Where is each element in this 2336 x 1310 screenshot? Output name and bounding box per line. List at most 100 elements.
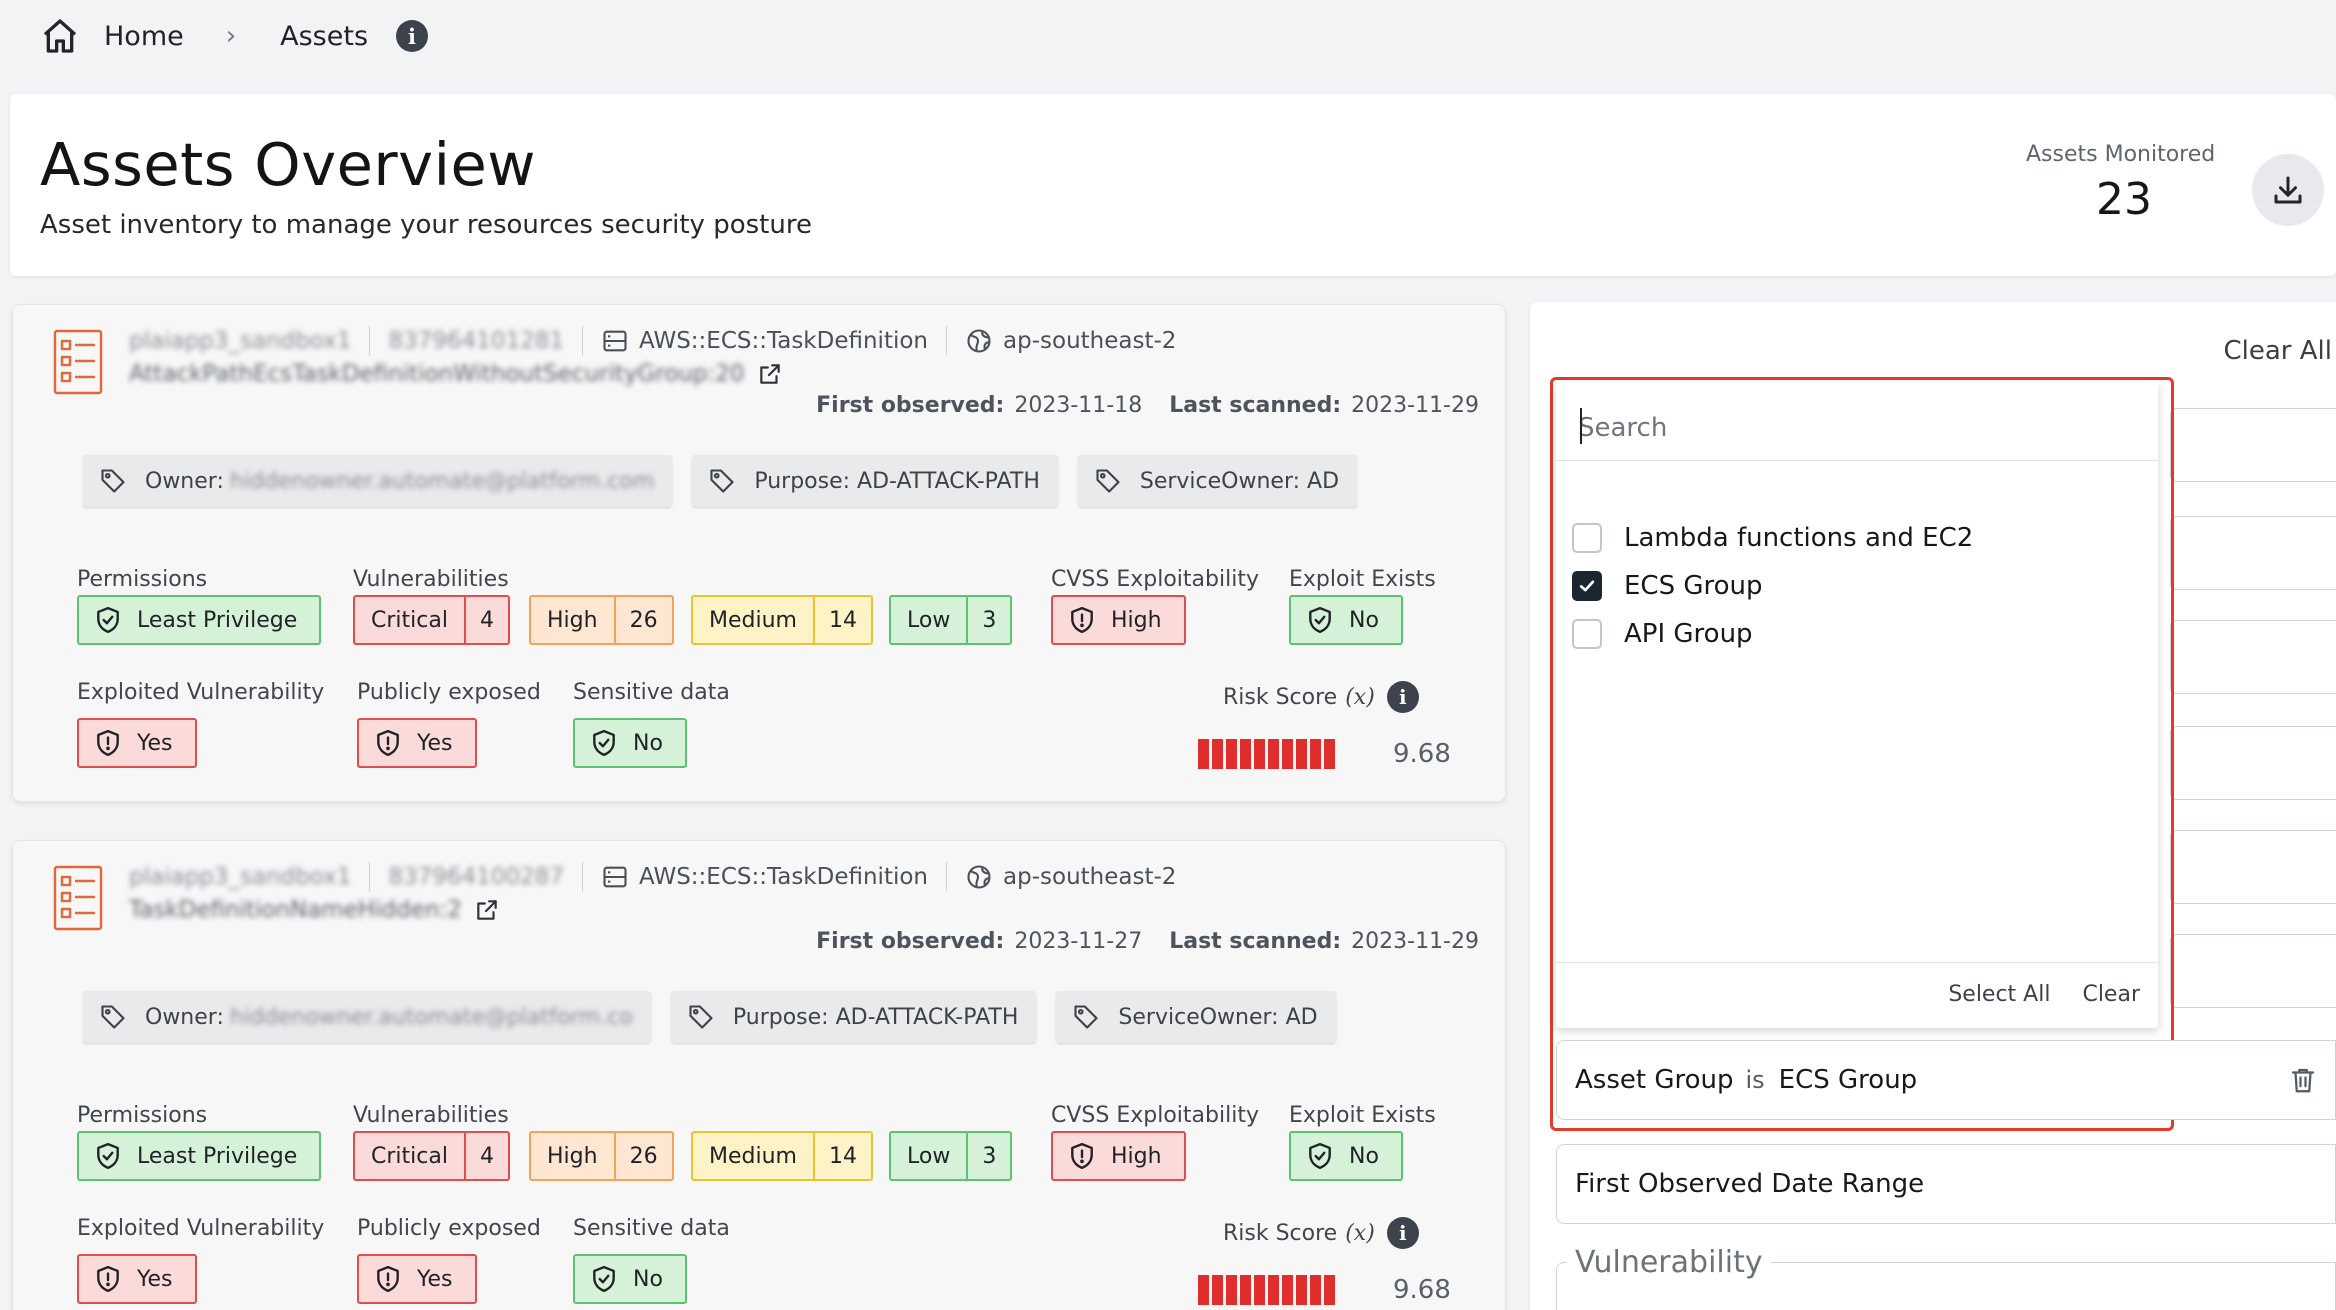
server-icon [603,330,627,352]
account-id: 837964100287 [388,864,564,890]
resource-name[interactable]: TaskDefinitionNameHidden:2 [129,897,462,923]
info-icon[interactable]: i [1386,1217,1419,1249]
filter-field[interactable] [2170,620,2336,694]
critical-vuln-badge[interactable]: Critical 4 [353,595,510,645]
filter-field[interactable] [2170,934,2336,1008]
resource-name-row: TaskDefinitionNameHidden:2 [129,893,500,927]
high-label: High [547,607,598,633]
first-observed-date: 2023-11-18 [1014,393,1143,418]
low-label: Low [907,1143,951,1169]
cvss-badge: High [1051,1131,1186,1181]
filter-field[interactable] [2170,726,2336,800]
checkbox[interactable] [1572,619,1602,649]
divider [946,326,948,356]
resource-type: AWS::ECS::TaskDefinition [638,328,929,354]
risk-score-text: Risk Score [1223,684,1338,710]
asset-meta: plaiapp3_sandbox1 837964100287 AWS::ECS:… [129,859,1176,895]
shield-icon [97,1142,119,1170]
option-label: API Group [1624,619,1753,649]
asset-dates: First observed: 2023-11-27 Last scanned: 2… [816,929,1479,954]
risk-segment [1212,739,1223,769]
assets-monitored-label: Assets Monitored [2026,142,2216,167]
cvss-label: CVSS Exploitability [1051,1103,1259,1128]
owner-label: Owner: [145,1004,224,1030]
filter-field[interactable] [2170,830,2336,904]
select-all-button[interactable]: Select All [1948,982,2050,1007]
breadcrumb-home[interactable]: Home [104,21,184,52]
info-icon[interactable]: i [396,20,429,52]
option-label: Lambda functions and EC2 [1624,523,1974,553]
owner-value: hiddenowner.automate@platform.co [229,1004,633,1030]
info-icon[interactable]: i [1386,681,1419,713]
trash-icon[interactable] [2288,1064,2318,1096]
risk-segment [1212,1275,1223,1305]
exploit-exists-badge: No [1289,595,1403,645]
exploit-exists-value: No [1349,1143,1379,1169]
publicly-exposed-badge: Yes [357,718,477,768]
dropdown-footer: Select All Clear [1948,982,2140,1007]
dropdown-search-input[interactable] [1578,406,2138,450]
divider [369,326,371,356]
option-ecs-group[interactable]: ECS Group [1572,566,1763,606]
permissions-label: Permissions [77,567,208,592]
download-button[interactable] [2252,154,2324,226]
tag-icon [689,1005,713,1029]
option-api-group[interactable]: API Group [1572,614,1753,654]
high-vuln-badge[interactable]: High 26 [529,595,674,645]
publicly-exposed-label: Publicly exposed [357,680,541,705]
asset-card[interactable]: plaiapp3_sandbox1 837964101281 AWS::ECS:… [12,304,1506,802]
risk-score-value: 9.68 [1393,1275,1451,1305]
vulnerability-filter[interactable]: Vulnerability [1556,1245,2336,1310]
filter-value: ECS Group [1778,1065,1918,1095]
first-observed-date-range-filter[interactable]: First Observed Date Range [1556,1144,2336,1224]
risk-score-text: Risk Score [1223,1220,1338,1246]
clear-all-link[interactable]: Clear All [2224,336,2333,366]
external-link-icon[interactable] [474,897,500,923]
shield-icon [1071,1142,1093,1170]
medium-count: 14 [812,1133,871,1179]
low-vuln-badge[interactable]: Low 3 [889,1131,1013,1181]
divider [581,326,583,356]
filter-field[interactable] [2170,516,2336,590]
service-owner-tag: ServiceOwner: AD [1077,455,1358,507]
owner-value: hiddenowner.automate@platform.com [229,468,655,494]
resource-name-row: AttackPathEcsTaskDefinitionWithoutSecuri… [129,357,783,391]
home-icon[interactable] [40,16,80,56]
last-scanned-label: Last scanned: [1169,929,1342,954]
text-caret [1580,408,1582,444]
low-vuln-badge[interactable]: Low 3 [889,595,1013,645]
sensitive-data-badge: No [573,718,687,768]
permissions-value: Least Privilege [137,607,298,633]
clear-button[interactable]: Clear [2082,982,2140,1007]
service-owner-value: ServiceOwner: AD [1139,468,1340,494]
medium-vuln-badge[interactable]: Medium 14 [691,1131,873,1181]
cvss-value: High [1111,1143,1162,1169]
critical-label: Critical [371,1143,448,1169]
critical-vuln-badge[interactable]: Critical 4 [353,1131,510,1181]
globe-icon [967,865,991,889]
asset-group-filter[interactable]: Asset Group is ECS Group [1556,1040,2336,1120]
high-vuln-badge[interactable]: High 26 [529,1131,674,1181]
risk-segment [1282,739,1293,769]
exploit-exists-value: No [1349,607,1379,633]
critical-count: 4 [463,597,508,643]
checkbox[interactable] [1572,523,1602,553]
cvss-label: CVSS Exploitability [1051,567,1259,592]
last-scanned-date: 2023-11-29 [1351,393,1479,418]
external-link-icon[interactable] [757,361,783,387]
divider [369,862,371,892]
risk-segment [1268,1275,1279,1305]
option-lambda-functions-ec2[interactable]: Lambda functions and EC2 [1572,518,1973,558]
account-name: plaiapp3_sandbox1 [129,328,352,354]
asset-card[interactable]: plaiapp3_sandbox1 837964100287 AWS::ECS:… [12,840,1506,1310]
shield-icon [1309,606,1331,634]
page-title: Assets Overview [40,130,537,199]
medium-vuln-badge[interactable]: Medium 14 [691,595,873,645]
sensitive-data-label: Sensitive data [573,1216,730,1241]
checkbox-checked[interactable] [1572,571,1602,601]
first-observed-label: First observed: [816,929,1005,954]
resource-name[interactable]: AttackPathEcsTaskDefinitionWithoutSecuri… [129,361,745,387]
divider [1556,460,2158,461]
filter-field[interactable] [2170,408,2336,482]
low-count: 3 [966,1133,1010,1179]
